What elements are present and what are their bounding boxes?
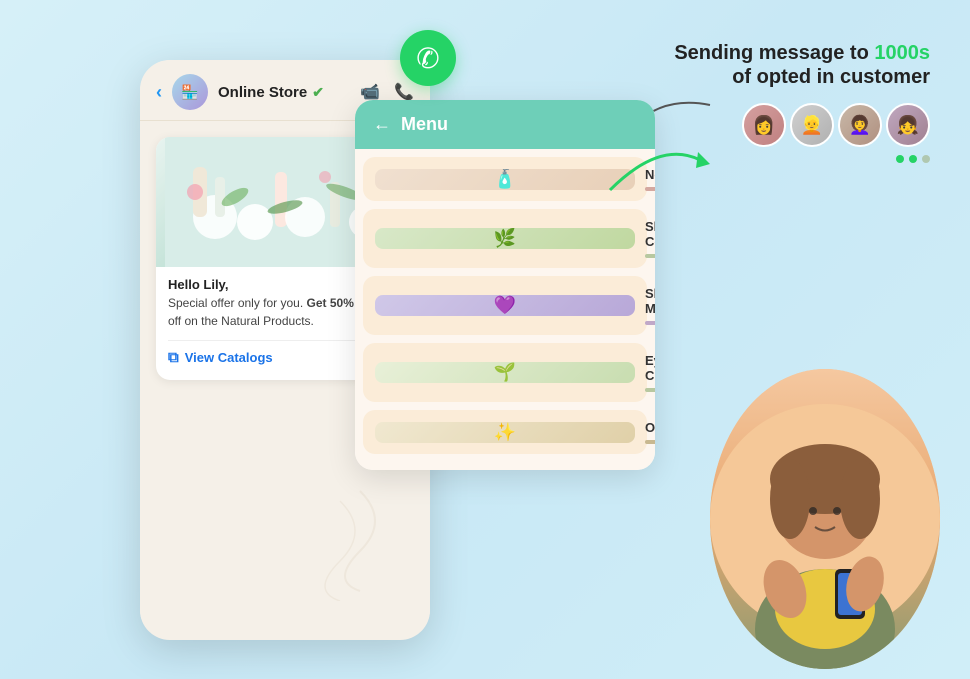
- eyecream-name: Eye Cream: [645, 353, 655, 383]
- skinmedica-image: 💜: [375, 295, 635, 316]
- skinceuticals-bar: [645, 254, 655, 258]
- person-figure: [710, 369, 940, 669]
- back-arrow-icon[interactable]: ‹: [156, 82, 162, 103]
- dot-1[interactable]: [896, 155, 904, 163]
- phone-icon[interactable]: 📞: [394, 82, 414, 102]
- olay-image: ✨: [375, 422, 635, 443]
- eyecream-bar: [645, 388, 655, 392]
- list-item: ✨ Olay +: [363, 410, 647, 454]
- olay-info: Olay: [645, 420, 655, 444]
- carousel-dots: [650, 155, 930, 163]
- avatar: 👩: [742, 103, 786, 147]
- customer-avatars-row: 👩 👱 👩‍🦱 👧: [650, 103, 930, 147]
- person-illustration: [710, 369, 940, 669]
- person-photo: [710, 369, 940, 669]
- sending-subtitle: of opted in customer: [650, 66, 930, 89]
- avatar: 👱: [790, 103, 834, 147]
- menu-back-icon[interactable]: ←: [373, 114, 391, 135]
- video-icon[interactable]: 📹: [360, 82, 380, 102]
- list-item: 🌿 Skin Ceuticals − 1 +: [363, 209, 647, 268]
- menu-title: Menu: [401, 114, 448, 135]
- bg-pattern: [300, 481, 420, 601]
- sending-title: Sending message to 1000s: [650, 40, 930, 66]
- store-name-text: Online Store: [218, 84, 307, 101]
- dot-3[interactable]: [922, 155, 930, 163]
- skinmedica-info: Skin Medica: [645, 286, 655, 325]
- olay-bar: [645, 440, 655, 444]
- view-catalogs-label: View Catalogs: [185, 350, 273, 365]
- avatar: 👩‍🦱: [838, 103, 882, 147]
- sending-title-part1: Sending message to: [674, 42, 869, 64]
- list-item: 💜 Skin Medica +: [363, 276, 647, 335]
- neutrogena-image: 🧴: [375, 169, 635, 190]
- skinceuticals-info: Skin Ceuticals: [645, 219, 655, 258]
- store-avatar: 🏪: [172, 74, 208, 110]
- list-item: 🌱 Eye Cream +: [363, 343, 647, 402]
- phone-action-icons: 📹 📞: [360, 82, 414, 102]
- verified-badge: ✔: [312, 84, 324, 101]
- skinceuticals-image: 🌿: [375, 228, 635, 249]
- whatsapp-icon: ✆: [416, 42, 439, 75]
- eyecream-info: Eye Cream: [645, 353, 655, 392]
- avatar: 👧: [886, 103, 930, 147]
- olay-name: Olay: [645, 420, 655, 435]
- dot-2[interactable]: [909, 155, 917, 163]
- store-name: Online Store ✔: [218, 84, 324, 101]
- sending-message-section: Sending message to 1000s of opted in cus…: [650, 40, 930, 163]
- skinmedica-name: Skin Medica: [645, 286, 655, 316]
- external-link-icon: ⧉: [168, 349, 179, 366]
- eyecream-image: 🌱: [375, 362, 635, 383]
- skinmedica-bar: [645, 321, 655, 325]
- skinceuticals-name: Skin Ceuticals: [645, 219, 655, 249]
- sending-title-highlight: 1000s: [874, 42, 930, 64]
- whatsapp-bubble: ✆: [400, 30, 456, 86]
